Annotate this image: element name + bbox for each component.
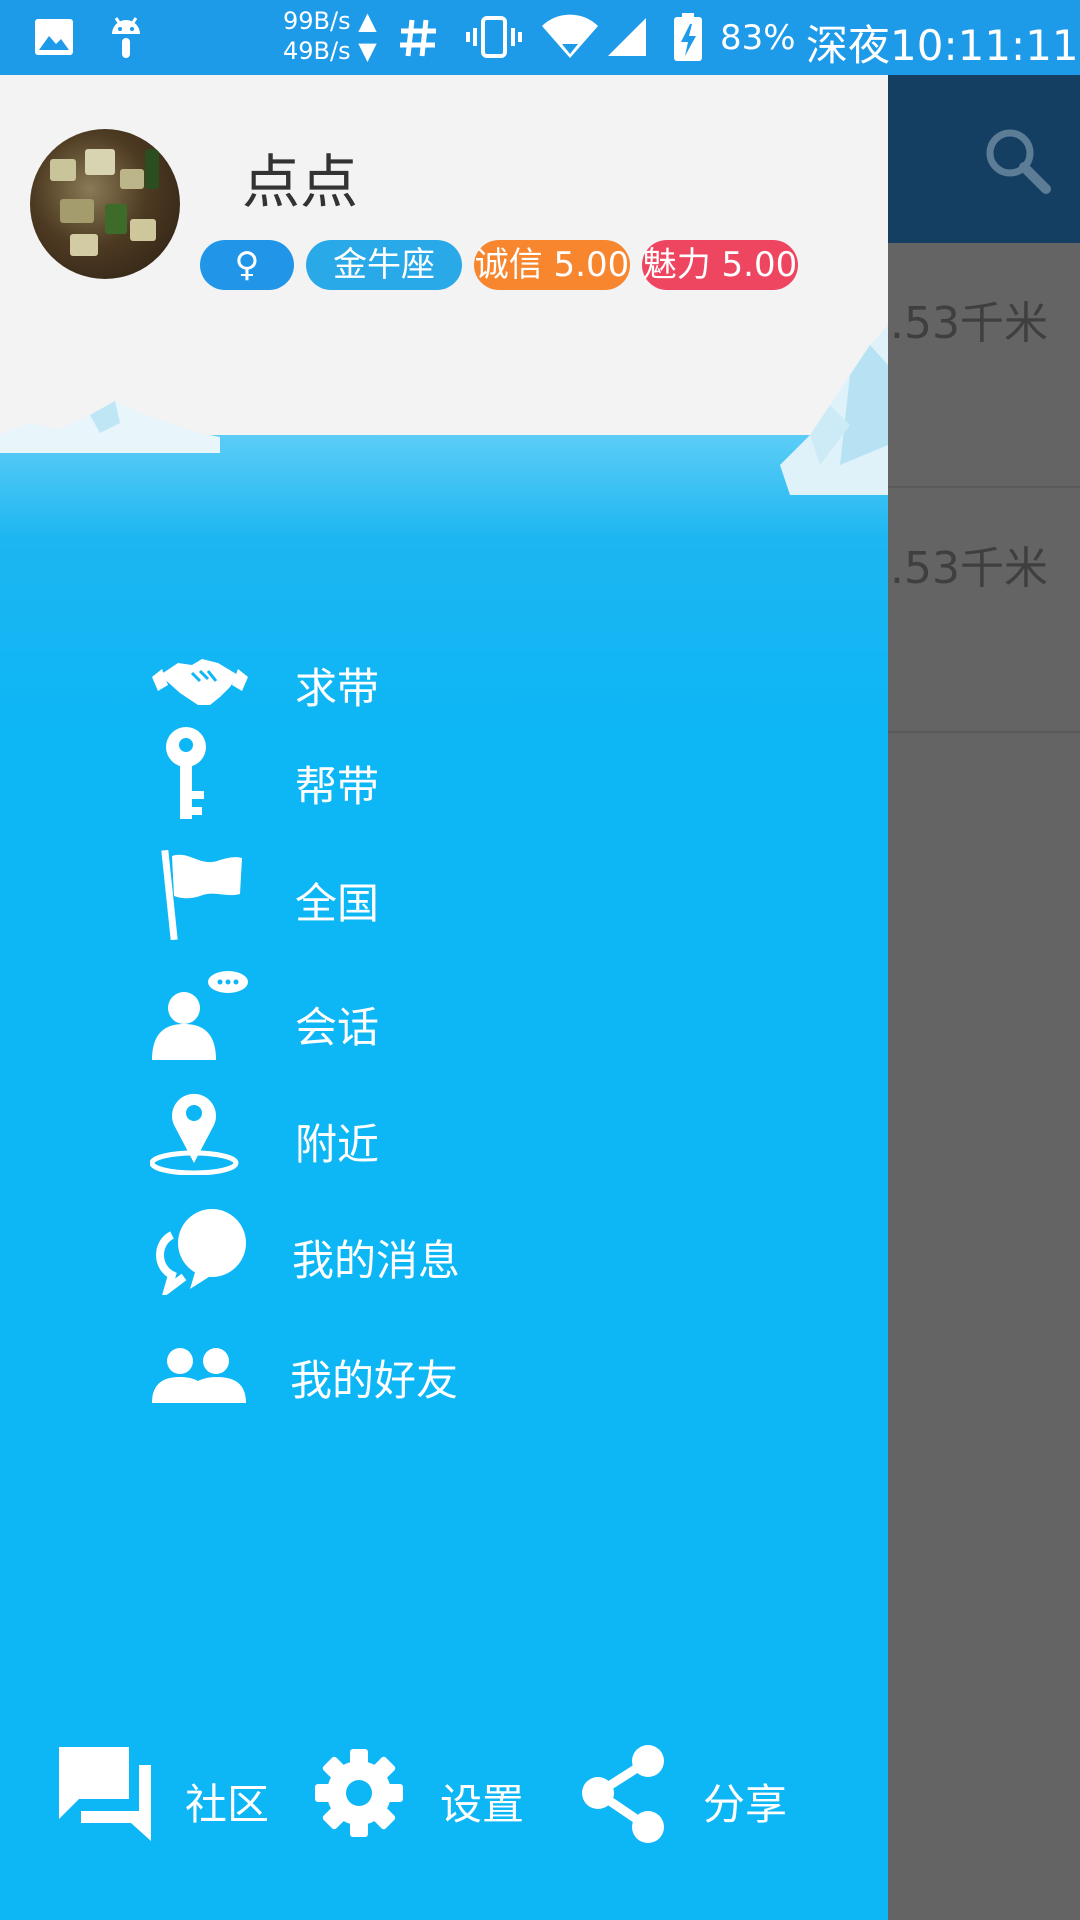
hash-icon: [400, 19, 436, 57]
footer-label: 社区: [185, 1780, 270, 1829]
zodiac-badge: 金牛座: [306, 240, 462, 290]
footer-item-community[interactable]: 社区: [55, 1743, 275, 1843]
speech-bubbles-icon: [156, 1209, 246, 1295]
signal-icon: [608, 18, 646, 56]
menu-label: 全国: [295, 879, 380, 928]
footer-item-share[interactable]: 分享: [578, 1743, 798, 1843]
battery-charging-icon: [674, 13, 702, 61]
menu-label: 附近: [295, 1120, 380, 1169]
chat-user-icon: [152, 971, 248, 1060]
integrity-badge: 诚信 5.00: [474, 240, 630, 290]
battery-percent: 83%: [720, 18, 796, 58]
username: 点点: [242, 148, 359, 216]
flag-icon: [161, 850, 242, 940]
android-icon: [112, 17, 140, 58]
forum-icon: [59, 1747, 151, 1841]
menu-label: 会话: [295, 1003, 380, 1052]
distance-text: 2.53千米: [862, 543, 1048, 594]
avatar[interactable]: [30, 129, 180, 279]
menu-label: 我的好友: [290, 1356, 459, 1405]
charm-badge: 魅力 5.00: [642, 240, 798, 290]
handshake-icon: [152, 659, 248, 705]
clock: 深夜10:11:11: [806, 21, 1079, 70]
menu-item-my-friends[interactable]: 我的好友: [150, 1325, 650, 1415]
iceberg-right-decoration: [780, 325, 888, 495]
footer-item-settings[interactable]: 设置: [315, 1743, 535, 1843]
gender-badge: ♀: [200, 240, 294, 290]
menu-item-quanguo[interactable]: 全国: [150, 850, 650, 940]
gear-icon: [315, 1749, 403, 1837]
location-pin-icon: [150, 1093, 239, 1175]
menu-item-my-messages[interactable]: 我的消息: [150, 1205, 650, 1295]
status-bar: 99B/s ▲ 49B/s ▼ 83% 深夜10:11:11: [0, 0, 1080, 75]
key-icon: [166, 727, 206, 819]
net-up-text: 99B/s: [283, 7, 351, 35]
menu-label: 求带: [295, 664, 380, 713]
menu-item-huihua[interactable]: 会话: [150, 970, 650, 1060]
iceberg-left-decoration: [0, 401, 220, 453]
footer-label: 设置: [440, 1780, 525, 1829]
footer-label: 分享: [703, 1780, 788, 1829]
menu-label: 我的消息: [292, 1236, 461, 1285]
image-icon: [35, 19, 73, 55]
menu-item-bangdai[interactable]: 帮带: [150, 725, 650, 819]
menu-item-fujin[interactable]: 附近: [150, 1085, 650, 1175]
search-icon[interactable]: [982, 125, 1052, 195]
net-down-text: 49B/s: [283, 37, 351, 65]
share-icon: [582, 1745, 664, 1843]
distance-text: 2.53千米: [862, 298, 1048, 349]
wifi-icon: [542, 14, 598, 58]
navigation-drawer: 点点 ♀ 金牛座 诚信 5.00 魅力 5.00 求带 帮带 全国 会话 附近 …: [0, 75, 888, 1920]
network-speed: 99B/s ▲ 49B/s ▼: [283, 7, 377, 65]
menu-label: 帮带: [295, 762, 380, 811]
menu-item-qiudai[interactable]: 求带: [150, 635, 650, 725]
friends-icon: [152, 1348, 246, 1403]
vibrate-icon: [466, 16, 522, 58]
